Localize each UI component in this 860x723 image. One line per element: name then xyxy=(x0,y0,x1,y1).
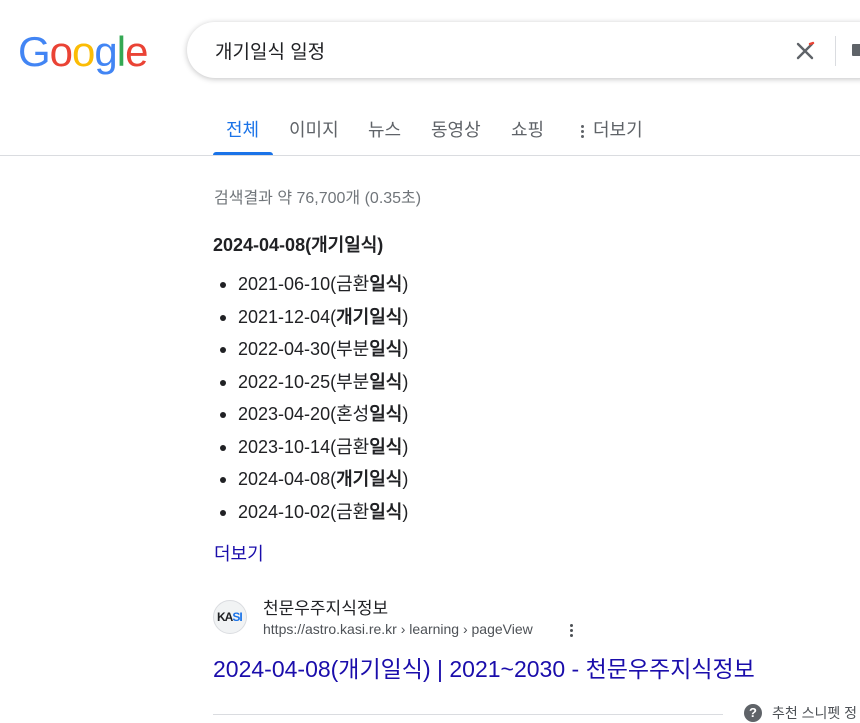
keyboard-icon[interactable] xyxy=(852,44,860,56)
active-tab-indicator xyxy=(213,152,273,155)
list-item: 2022-10-25(부분일식) xyxy=(214,366,408,399)
search-header: Google 개기일식 일정 전체 이미지 뉴스 동영상 쇼핑 더보기 xyxy=(0,0,860,156)
site-favicon[interactable]: KASI xyxy=(213,600,247,634)
result-title-link[interactable]: 2024-04-08(개기일식) | 2021~2030 - 천문우주지식정보 xyxy=(213,650,755,684)
more-options-icon[interactable] xyxy=(568,622,574,638)
featured-answer-title: 2024-04-08(개기일식) xyxy=(213,235,384,255)
more-vert-icon xyxy=(581,123,585,140)
tab-shopping[interactable]: 쇼핑 xyxy=(511,116,544,142)
divider xyxy=(213,714,723,715)
tab-news[interactable]: 뉴스 xyxy=(368,116,401,142)
featured-snippet-label[interactable]: 추천 스니펫 정 xyxy=(772,703,857,723)
tab-all[interactable]: 전체 xyxy=(226,116,259,142)
tab-more[interactable]: 더보기 xyxy=(581,116,643,142)
tab-more-label: 더보기 xyxy=(593,120,643,140)
list-item: 2024-04-08(개기일식) xyxy=(214,463,408,496)
favicon-text: KASI xyxy=(217,610,243,624)
show-more-link[interactable]: 더보기 xyxy=(214,540,264,566)
list-item: 2022-04-30(부분일식) xyxy=(214,333,408,366)
list-item: 2021-12-04(개기일식) xyxy=(214,301,408,334)
list-item: 2024-10-02(금환일식) xyxy=(214,496,408,529)
searchbox-divider xyxy=(835,36,836,66)
google-logo[interactable]: Google xyxy=(18,30,148,74)
site-url[interactable]: https://astro.kasi.re.kr › learning › pa… xyxy=(263,621,533,637)
tab-videos[interactable]: 동영상 xyxy=(431,116,481,142)
search-input[interactable]: 개기일식 일정 xyxy=(215,37,325,64)
help-icon[interactable]: ? xyxy=(744,704,762,722)
list-item: 2023-10-14(금환일식) xyxy=(214,431,408,464)
eclipse-date-list: 2021-06-10(금환일식) 2021-12-04(개기일식) 2022-0… xyxy=(214,268,408,528)
list-item: 2023-04-20(혼성일식) xyxy=(214,398,408,431)
search-box[interactable]: 개기일식 일정 xyxy=(187,22,860,78)
site-name[interactable]: 천문우주지식정보 xyxy=(263,594,388,619)
tab-images[interactable]: 이미지 xyxy=(289,116,339,142)
list-item: 2021-06-10(금환일식) xyxy=(214,268,408,301)
clear-icon[interactable] xyxy=(793,39,817,63)
result-stats: 검색결과 약 76,700개 (0.35초) xyxy=(214,190,422,207)
